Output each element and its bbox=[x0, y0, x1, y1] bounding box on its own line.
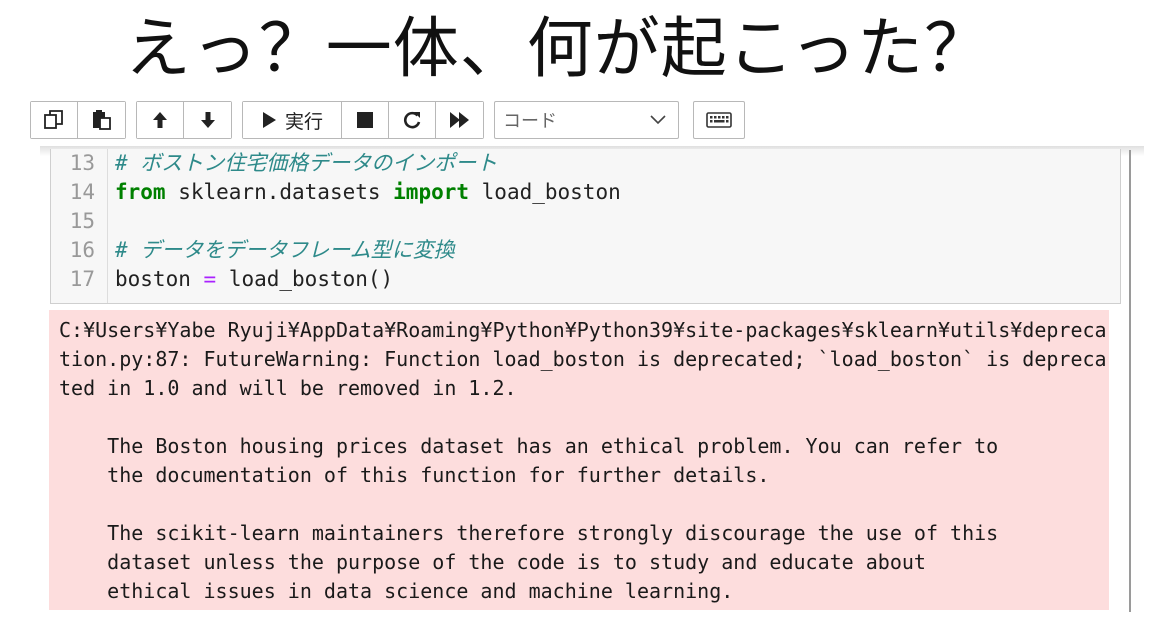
line-number: 14 bbox=[69, 180, 95, 204]
interrupt-kernel-button[interactable] bbox=[342, 102, 389, 138]
copy-cells-button[interactable] bbox=[31, 102, 78, 138]
code-line: # データをデータフレーム型に変換 bbox=[115, 236, 455, 265]
run-button-group: 実行 bbox=[242, 101, 484, 139]
code-operator: = bbox=[203, 267, 217, 291]
line-number: 17 bbox=[69, 267, 95, 291]
restart-kernel-button[interactable] bbox=[389, 102, 436, 138]
code-comment: # データをデータフレーム型に変換 bbox=[115, 238, 455, 262]
code-text: boston bbox=[115, 267, 204, 291]
code-text: load_boston() bbox=[216, 267, 394, 291]
headline-caption: えっ？一体、何が起こった？ bbox=[124, 10, 992, 87]
restart-icon bbox=[403, 111, 421, 129]
line-number-gutter: 13 14 15 16 17 bbox=[51, 149, 108, 303]
line-number: 16 bbox=[69, 238, 95, 262]
notebook-right-edge bbox=[1129, 150, 1131, 612]
page: えっ？一体、何が起こった？ 実行 コード 13 14 15 16 17 # ボス… bbox=[0, 0, 1166, 637]
stop-icon bbox=[357, 112, 373, 128]
code-line: boston = load_boston() bbox=[115, 265, 393, 294]
code-keyword: import bbox=[393, 180, 470, 204]
cell-type-select[interactable]: コード bbox=[494, 101, 679, 139]
code-cell-editor[interactable]: 13 14 15 16 17 # ボストン住宅価格データのインポート from … bbox=[50, 149, 1121, 304]
output-line: dataset unless the purpose of the code i… bbox=[59, 550, 926, 574]
move-button-group bbox=[136, 101, 232, 139]
cell-type-value: コード bbox=[503, 111, 557, 132]
output-line: C:¥Users¥Yabe Ryuji¥AppData¥Roaming¥Pyth… bbox=[59, 318, 1107, 342]
clipboard-button-group bbox=[30, 101, 126, 139]
notebook-toolbar: 実行 コード bbox=[30, 100, 745, 140]
keyboard-icon bbox=[706, 112, 732, 128]
paste-icon bbox=[92, 110, 111, 130]
copy-icon bbox=[44, 110, 63, 129]
code-text: sklearn.datasets bbox=[165, 180, 394, 204]
command-palette-button[interactable] bbox=[693, 101, 745, 139]
restart-run-all-button[interactable] bbox=[436, 102, 483, 138]
output-line: the documentation of this function for f… bbox=[59, 463, 770, 487]
code-text: load_boston bbox=[469, 180, 621, 204]
code-comment: # ボストン住宅価格データのインポート bbox=[115, 151, 498, 175]
output-line: ethical issues in data science and machi… bbox=[59, 579, 734, 603]
run-label: 実行 bbox=[284, 110, 323, 133]
line-number: 13 bbox=[69, 151, 95, 175]
fast-forward-icon bbox=[449, 112, 469, 128]
arrow-down-icon bbox=[200, 112, 215, 128]
paste-cells-button[interactable] bbox=[78, 102, 125, 138]
move-cell-down-button[interactable] bbox=[184, 102, 231, 138]
code-line: # ボストン住宅価格データのインポート bbox=[115, 149, 497, 178]
run-cell-button[interactable]: 実行 bbox=[243, 102, 342, 138]
code-keyword: from bbox=[115, 180, 166, 204]
play-icon bbox=[262, 112, 276, 128]
line-number: 15 bbox=[69, 209, 95, 233]
move-cell-up-button[interactable] bbox=[137, 102, 184, 138]
output-line: ted in 1.0 and will be removed in 1.2. bbox=[59, 376, 517, 400]
arrow-up-icon bbox=[153, 112, 167, 128]
output-line: The scikit-learn maintainers therefore s… bbox=[59, 521, 999, 545]
code-line: from sklearn.datasets import load_boston bbox=[115, 178, 621, 207]
chevron-down-icon bbox=[650, 115, 666, 125]
output-line: tion.py:87: FutureWarning: Function load… bbox=[59, 347, 1107, 371]
output-line: The Boston housing prices dataset has an… bbox=[59, 434, 999, 458]
stderr-output-area: C:¥Users¥Yabe Ryuji¥AppData¥Roaming¥Pyth… bbox=[49, 310, 1109, 610]
